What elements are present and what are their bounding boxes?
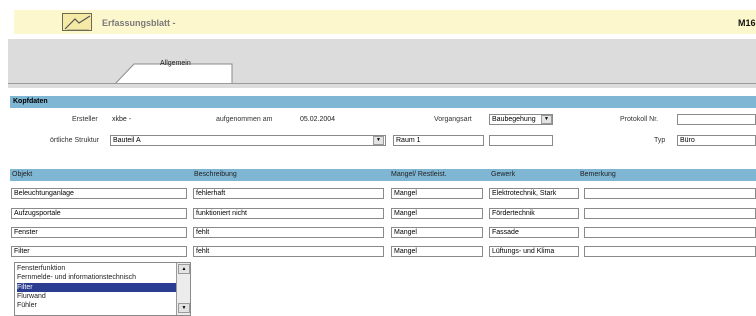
tab-shape: [113, 63, 233, 86]
struktur-select[interactable]: Bauteil A: [110, 135, 386, 146]
bemerkung-input[interactable]: [584, 188, 756, 199]
list-item[interactable]: Fernmelde- und informationstechnisch: [17, 273, 136, 282]
list-item[interactable]: Flurwand: [17, 292, 46, 301]
protokoll-label: Protokoll Nr.: [620, 116, 659, 123]
gewerk-input[interactable]: Fassade: [489, 227, 579, 238]
tab-baseline: [8, 83, 756, 88]
beschreibung-input[interactable]: funktioniert nicht: [193, 208, 384, 219]
col-header-beschreibung[interactable]: Beschreibung: [194, 171, 237, 178]
col-header-bemerkung[interactable]: Bemerkung: [580, 171, 616, 178]
objekt-input[interactable]: Beleuchtunganlage: [11, 188, 187, 199]
document-id: M16: [738, 18, 756, 28]
col-header-objekt[interactable]: Objekt: [12, 171, 32, 178]
list-item-selected[interactable]: Filter: [17, 283, 178, 292]
autocomplete-list: Fensterfunktion Fernmelde- und informati…: [14, 262, 191, 316]
beschreibung-input[interactable]: fehlt: [193, 246, 384, 257]
list-item[interactable]: Fühler: [17, 301, 37, 310]
beschreibung-input[interactable]: fehlerhaft: [193, 188, 384, 199]
bemerkung-input[interactable]: [584, 208, 756, 219]
scroll-up-icon[interactable]: ▲: [178, 264, 190, 274]
ersteller-label: Ersteller: [72, 116, 98, 123]
app-logo-icon: [62, 13, 92, 31]
extra-input[interactable]: [489, 135, 553, 146]
vorgangsart-value: Baubegehung: [492, 116, 536, 123]
list-item[interactable]: Fensterfunktion: [17, 264, 65, 273]
struktur-label: örtliche Struktur: [50, 137, 100, 144]
aufgenommen-label: aufgenommen am: [216, 116, 273, 123]
objekt-input[interactable]: Fenster: [11, 227, 187, 238]
aufgenommen-value: 05.02.2004: [300, 116, 336, 123]
raum-input[interactable]: Raum 1: [393, 135, 484, 146]
struktur-value: Bauteil A: [113, 137, 141, 144]
col-header-gewerk[interactable]: Gewerk: [491, 171, 515, 178]
list-scrollbar[interactable]: ▲ ▼: [176, 263, 190, 315]
ersteller-value: xkbe -: [112, 116, 132, 123]
section-header-kopfdaten: Kopfdaten: [10, 96, 756, 108]
mangel-input[interactable]: Mangel: [391, 227, 483, 238]
page-title: Erfassungsblatt -: [102, 18, 176, 28]
chevron-down-icon[interactable]: ▼: [541, 115, 552, 124]
bemerkung-input[interactable]: [584, 227, 756, 238]
tab-allgemein[interactable]: Allgemein: [160, 60, 191, 67]
scroll-down-icon[interactable]: ▼: [178, 303, 190, 313]
gewerk-input[interactable]: Elektrotechnik, Stark: [489, 188, 579, 199]
grid-header: Objekt Beschreibung Mangel/ Restleist. G…: [10, 169, 756, 181]
mangel-input[interactable]: Mangel: [391, 188, 483, 199]
mangel-input[interactable]: Mangel: [391, 246, 483, 257]
bemerkung-input[interactable]: [584, 246, 756, 257]
typ-input[interactable]: Büro: [677, 135, 756, 146]
section-title: Kopfdaten: [13, 98, 48, 105]
typ-label: Typ: [654, 137, 666, 144]
mangel-input[interactable]: Mangel: [391, 208, 483, 219]
objekt-input-active[interactable]: Filter: [11, 246, 187, 257]
objekt-input[interactable]: Aufzugsportale: [11, 208, 187, 219]
col-header-mangel[interactable]: Mangel/ Restleist.: [391, 171, 447, 178]
beschreibung-input[interactable]: fehlt: [193, 227, 384, 238]
chevron-down-icon[interactable]: ▼: [373, 136, 384, 145]
gewerk-input[interactable]: Lüftungs- und Klima: [489, 246, 579, 257]
protokoll-input[interactable]: [677, 114, 756, 125]
vorgangsart-label: Vorgangsart: [434, 116, 472, 123]
gewerk-input[interactable]: Fördertechnik: [489, 208, 579, 219]
